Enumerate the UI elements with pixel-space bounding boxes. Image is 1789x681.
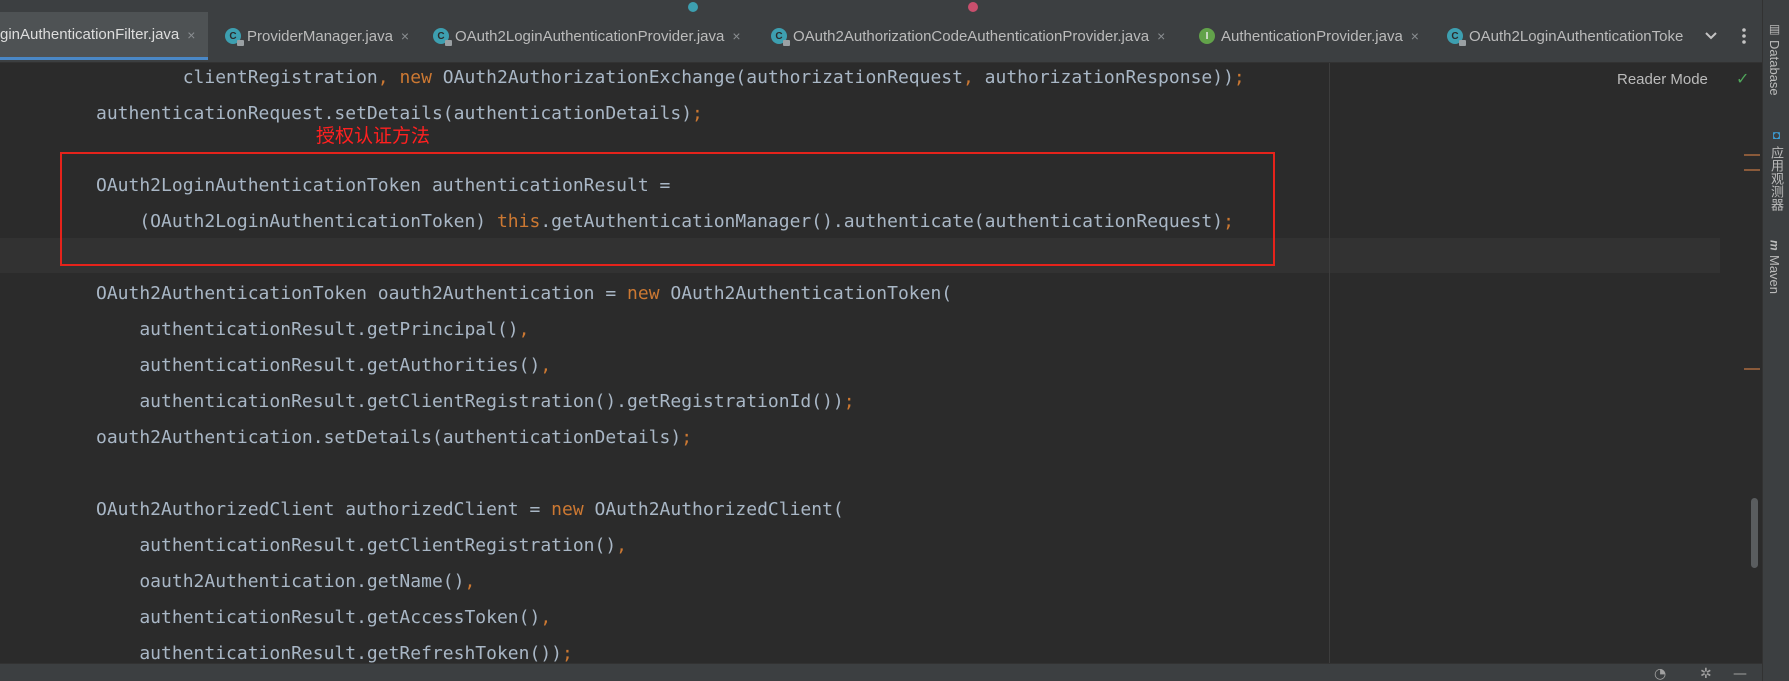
tab-label: AuthenticationProvider.java xyxy=(1221,27,1403,45)
error-stripe-mark[interactable] xyxy=(1744,169,1760,171)
toolbar-icon xyxy=(688,2,698,12)
error-stripe-mark[interactable] xyxy=(1744,368,1760,370)
ide-window: ginAuthenticationFilter.java × C Provide… xyxy=(0,0,1789,681)
tab-label: OAuth2LoginAuthenticationProvider.java xyxy=(455,27,725,45)
code-line: authenticationResult.getPrincipal(), xyxy=(96,319,530,340)
tool-window-database[interactable]: ▤ Database xyxy=(1767,22,1782,96)
more-vertical-icon xyxy=(1742,28,1746,44)
tool-window-observer[interactable]: ◘ 应用观测器 xyxy=(1767,128,1786,211)
close-icon[interactable]: × xyxy=(401,28,409,44)
error-stripe-mark[interactable] xyxy=(1744,154,1760,156)
tab-oauth2-login-authentication-filter[interactable]: ginAuthenticationFilter.java × xyxy=(0,12,208,60)
code-line: oauth2Authentication.getName(), xyxy=(96,571,476,592)
check-icon[interactable]: ✓ xyxy=(1736,69,1749,88)
tab-label: ginAuthenticationFilter.java xyxy=(0,26,180,43)
tool-window-maven[interactable]: m Maven xyxy=(1767,240,1782,294)
code-line: clientRegistration, new OAuth2Authorizat… xyxy=(96,67,1245,88)
highlight-box xyxy=(60,152,1275,266)
reader-mode-button[interactable]: Reader Mode xyxy=(1617,71,1708,88)
close-icon[interactable]: × xyxy=(1411,28,1419,44)
tool-window-label: Database xyxy=(1767,40,1782,96)
tab-oauth2-login-authentication-provider[interactable]: C OAuth2LoginAuthenticationProvider.java… xyxy=(433,12,755,60)
class-icon: C xyxy=(433,28,452,46)
tab-overflow-button[interactable] xyxy=(1696,12,1726,60)
class-icon: C xyxy=(771,28,790,46)
code-line: oauth2Authentication.setDetails(authenti… xyxy=(96,427,693,448)
class-icon: C xyxy=(1447,28,1466,46)
code-line: OAuth2AuthenticationToken oauth2Authenti… xyxy=(96,283,953,304)
code-line: authenticationResult.getAuthorities(), xyxy=(96,355,552,376)
tab-oauth2-authorization-code-authentication-provider[interactable]: C OAuth2AuthorizationCodeAuthenticationP… xyxy=(771,12,1183,60)
code-line: authenticationResult.getClientRegistrati… xyxy=(96,391,855,412)
code-editor[interactable]: clientRegistration, new OAuth2Authorizat… xyxy=(0,63,1762,663)
chevron-down-icon xyxy=(1705,32,1717,40)
close-icon[interactable]: × xyxy=(187,27,195,43)
code-line: authenticationResult.getRefreshToken()); xyxy=(96,643,573,663)
code-line: authenticationResult.getClientRegistrati… xyxy=(96,535,628,556)
toolbar-icon xyxy=(968,2,978,12)
class-icon: C xyxy=(225,28,244,46)
clock-icon[interactable]: ◔ xyxy=(1654,666,1666,681)
tab-oauth2-login-authentication-token[interactable]: C OAuth2LoginAuthenticationToke xyxy=(1447,12,1692,60)
observer-icon: ◘ xyxy=(1769,128,1784,142)
close-icon[interactable]: × xyxy=(1157,28,1165,44)
tab-more-button[interactable] xyxy=(1730,12,1758,60)
minimize-icon[interactable]: — xyxy=(1733,666,1747,681)
close-icon[interactable]: × xyxy=(732,28,740,44)
annotation-label: 授权认证方法 xyxy=(316,125,431,147)
right-margin-guide xyxy=(1329,63,1330,663)
database-icon: ▤ xyxy=(1767,22,1782,36)
status-bar: ◔ ✲ — xyxy=(0,663,1762,681)
interface-icon: I xyxy=(1199,28,1215,44)
right-tool-strip: ▤ Database ◘ 应用观测器 m Maven xyxy=(1762,0,1789,681)
tab-provider-manager[interactable]: C ProviderManager.java × xyxy=(225,12,421,60)
window-top-strip xyxy=(0,0,1789,12)
tool-window-label: Maven xyxy=(1767,254,1782,294)
tab-label: OAuth2AuthorizationCodeAuthenticationPro… xyxy=(793,27,1150,45)
vertical-scrollbar-thumb[interactable] xyxy=(1751,498,1758,568)
maven-icon: m xyxy=(1767,240,1782,251)
tab-authentication-provider[interactable]: I AuthenticationProvider.java × xyxy=(1199,12,1432,60)
code-line: OAuth2AuthorizedClient authorizedClient … xyxy=(96,499,844,520)
tool-window-label: 应用观测器 xyxy=(1769,146,1784,211)
gear-icon[interactable]: ✲ xyxy=(1700,666,1712,681)
tab-label: OAuth2LoginAuthenticationToke xyxy=(1469,27,1684,45)
code-line: authenticationResult.getAccessToken(), xyxy=(96,607,552,628)
editor-tab-bar: ginAuthenticationFilter.java × C Provide… xyxy=(0,12,1762,63)
tab-label: ProviderManager.java xyxy=(247,27,393,45)
